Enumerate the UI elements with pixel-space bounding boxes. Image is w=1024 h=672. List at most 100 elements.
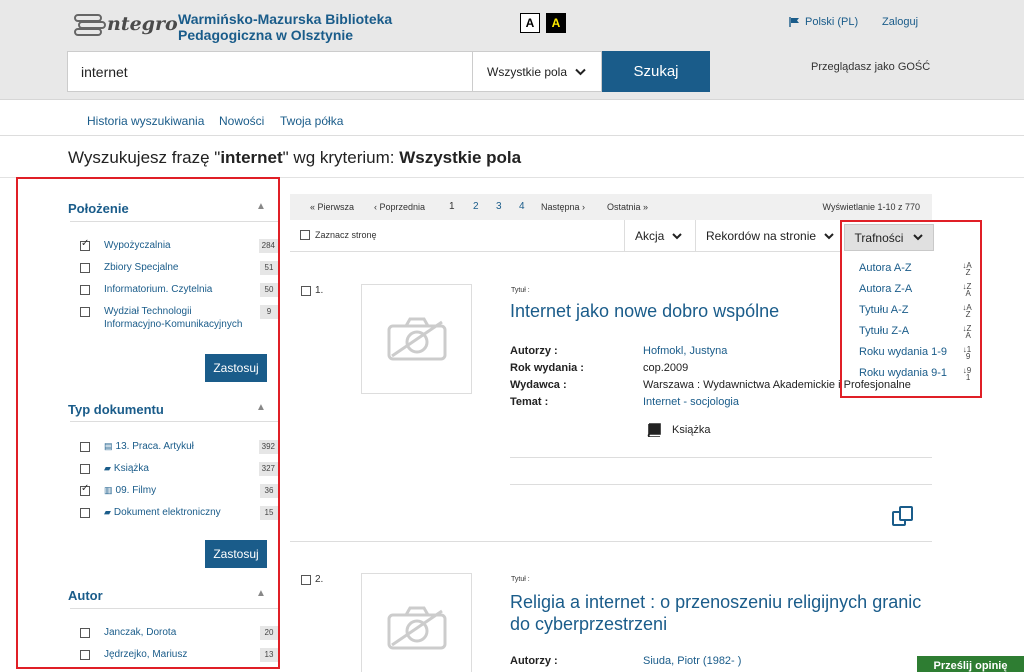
facet-item-label: Informatorium. Czytelnia bbox=[104, 283, 244, 296]
search-button[interactable]: Szukaj bbox=[602, 51, 710, 92]
last-page-link[interactable]: Ostatnia » bbox=[607, 202, 648, 212]
title-label: Tytuł : bbox=[511, 287, 530, 294]
library-name[interactable]: Warmińsko-Mazurska Biblioteka Pedagogicz… bbox=[178, 11, 488, 43]
facet-title-location[interactable]: Położenie bbox=[68, 201, 129, 216]
sort-option-author-asc[interactable]: Autora A-Z bbox=[859, 262, 912, 274]
logo-books-icon bbox=[74, 14, 106, 36]
facet-item[interactable]: Zbiory Specjalne 51 bbox=[80, 261, 278, 275]
action-dropdown[interactable]: Akcja bbox=[624, 220, 692, 252]
facet-checkbox[interactable] bbox=[80, 238, 90, 251]
sort-option-year-asc[interactable]: Roku wydania 1-9 bbox=[859, 346, 947, 358]
apply-location-button[interactable]: Zastosuj bbox=[205, 354, 267, 382]
facet-checkbox[interactable] bbox=[80, 263, 90, 273]
facet-count: 392 bbox=[258, 440, 278, 454]
contrast-high-button[interactable]: A bbox=[546, 13, 566, 33]
facet-count: 51 bbox=[260, 261, 278, 275]
article-icon: ▤ bbox=[104, 441, 113, 451]
sort-option-author-desc[interactable]: Autora Z-A bbox=[859, 283, 912, 295]
headline-prefix: Wyszukujesz frazę " bbox=[68, 148, 221, 167]
result-select[interactable]: 1. bbox=[301, 285, 323, 296]
nav-search-history[interactable]: Historia wyszukiwania bbox=[87, 114, 204, 128]
facet-item[interactable]: ▥09. Filmy 36 bbox=[80, 483, 278, 498]
contrast-normal-button[interactable]: A bbox=[520, 13, 540, 33]
facet-count: 327 bbox=[258, 462, 278, 476]
facet-item-label: Jędrzejko, Mariusz bbox=[104, 648, 244, 661]
facet-title-doc-type[interactable]: Typ dokumentu bbox=[68, 402, 164, 417]
chevron-down-icon bbox=[824, 232, 834, 239]
language-selector[interactable]: Polski (PL) bbox=[789, 16, 858, 28]
facet-item[interactable]: Informatorium. Czytelnia 50 bbox=[80, 283, 278, 297]
first-page-link[interactable]: « Pierwsza bbox=[310, 202, 354, 212]
search-headline: Wyszukujesz frazę "internet" wg kryteriu… bbox=[68, 148, 521, 168]
sort-option-year-desc[interactable]: Roku wydania 9-1 bbox=[859, 367, 947, 379]
facet-title-author[interactable]: Autor bbox=[68, 588, 103, 603]
facet-divider bbox=[70, 421, 278, 422]
facet-checkbox[interactable] bbox=[80, 285, 90, 295]
search-field-select[interactable]: Wszystkie pola bbox=[472, 51, 602, 92]
facet-checkbox[interactable] bbox=[80, 442, 90, 452]
facet-label-text: Jędrzejko, Mariusz bbox=[104, 649, 188, 660]
mark-page-label: Zaznacz stronę bbox=[315, 230, 377, 240]
contrast-switcher: A A bbox=[520, 13, 566, 33]
mark-page-checkbox[interactable] bbox=[300, 230, 310, 240]
camera-icon bbox=[387, 606, 446, 650]
facet-item[interactable]: ▰ Dokument elektroniczny 15 bbox=[80, 506, 278, 520]
author-link[interactable]: Hofmokl, Justyna bbox=[643, 345, 727, 357]
facet-item[interactable]: Wydział Technologii Informacyjno-Komunik… bbox=[80, 305, 278, 331]
result-cover-placeholder[interactable] bbox=[361, 573, 472, 672]
facet-checkbox[interactable] bbox=[80, 307, 90, 317]
headline-criterion: Wszystkie pola bbox=[399, 148, 522, 167]
prev-page-link[interactable]: ‹ Poprzednia bbox=[374, 202, 425, 212]
author-link[interactable]: Siuda, Piotr (1982- ) bbox=[643, 655, 741, 667]
records-per-page-dropdown[interactable]: Rekordów na stronie bbox=[695, 220, 844, 252]
next-page-link[interactable]: Następna › bbox=[541, 202, 585, 212]
search-input[interactable]: internet bbox=[67, 51, 472, 92]
page-link[interactable]: 3 bbox=[496, 201, 502, 212]
facet-item[interactable]: Wypożyczalnia 284 bbox=[80, 238, 278, 253]
feedback-button[interactable]: Prześlij opinię bbox=[917, 656, 1024, 672]
page-link[interactable]: 4 bbox=[519, 201, 525, 212]
result-title-link[interactable]: Internet jako nowe dobro wspólne bbox=[510, 300, 930, 322]
copy-icon[interactable] bbox=[891, 505, 915, 527]
facet-item[interactable]: ▤ 13. Praca. Artykuł 392 bbox=[80, 440, 278, 454]
facet-item-label: Wypożyczalnia bbox=[104, 239, 244, 252]
nav-your-shelf[interactable]: Twoja półka bbox=[280, 114, 343, 128]
chevron-up-icon[interactable]: ▲ bbox=[256, 402, 266, 413]
sort-option-title-desc[interactable]: Tytułu Z-A bbox=[859, 325, 909, 337]
result-checkbox[interactable] bbox=[301, 574, 311, 585]
result-cover-placeholder[interactable] bbox=[361, 284, 472, 394]
sort-alpha-asc-icon: ↓A Z bbox=[962, 303, 972, 319]
facet-checkbox[interactable] bbox=[80, 483, 90, 496]
chevron-down-icon bbox=[575, 68, 586, 75]
chevron-up-icon[interactable]: ▲ bbox=[256, 588, 266, 599]
result-number: 1. bbox=[315, 285, 324, 296]
result-title-link[interactable]: Religia a internet : o przenoszeniu reli… bbox=[510, 591, 930, 635]
facet-item[interactable]: Janczak, Dorota 20 bbox=[80, 626, 278, 640]
facet-checkbox[interactable] bbox=[80, 628, 90, 638]
facet-label-text: Wypożyczalnia bbox=[104, 240, 171, 251]
login-link[interactable]: Zaloguj bbox=[882, 16, 918, 28]
result-select[interactable]: 2. bbox=[301, 574, 323, 585]
flag-icon bbox=[789, 17, 799, 27]
film-icon: ▥ bbox=[104, 485, 113, 495]
facet-checkbox[interactable] bbox=[80, 464, 90, 474]
facet-item-label: ▥ 09. Filmy bbox=[104, 484, 244, 497]
facet-checkbox[interactable] bbox=[80, 650, 90, 660]
chevron-up-icon[interactable]: ▲ bbox=[256, 201, 266, 212]
mark-page-toggle[interactable]: Zaznacz stronę bbox=[300, 230, 377, 240]
records-per-page-label: Rekordów na stronie bbox=[706, 229, 817, 243]
facet-label-text: Wydział Technologii Informacyjno-Komunik… bbox=[104, 306, 243, 330]
facet-checkbox[interactable] bbox=[80, 508, 90, 518]
facet-item[interactable]: ▰ Książka 327 bbox=[80, 462, 278, 476]
subject-link[interactable]: Internet - socjologia bbox=[643, 396, 739, 408]
page-link[interactable]: 2 bbox=[473, 201, 479, 212]
facet-item[interactable]: Jędrzejko, Mariusz 13 bbox=[80, 648, 278, 662]
sort-dropdown-toggle[interactable]: Trafności bbox=[844, 224, 934, 251]
meta-key: Wydawca : bbox=[510, 379, 567, 391]
current-page: 1 bbox=[449, 201, 455, 212]
result-checkbox[interactable] bbox=[301, 285, 311, 296]
nav-new-items[interactable]: Nowości bbox=[219, 114, 264, 128]
apply-doc-type-button[interactable]: Zastosuj bbox=[205, 540, 267, 568]
integro-logo[interactable]: ntegro bbox=[73, 11, 178, 37]
meta-key: Temat : bbox=[510, 396, 549, 408]
